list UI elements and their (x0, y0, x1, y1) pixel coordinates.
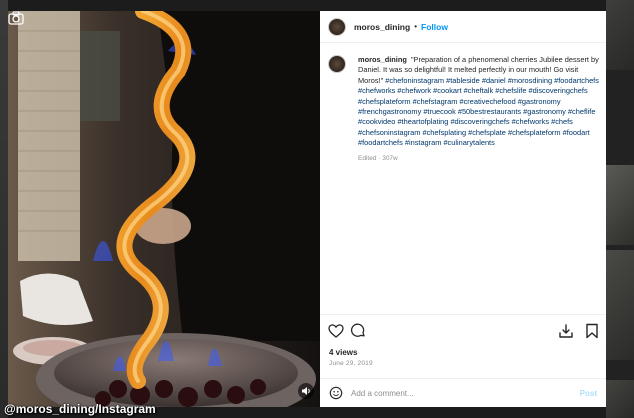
action-bar (328, 323, 600, 341)
caption-text: moros_dining "Preparation of a phenomena… (358, 55, 600, 149)
caption-hashtags[interactable]: #chefoninstagram #tableside #daniel #mor… (358, 76, 599, 147)
avatar[interactable] (328, 17, 346, 36)
comment-icon[interactable] (350, 323, 366, 339)
caption-avatar[interactable] (328, 55, 346, 73)
backdrop-left (0, 0, 8, 418)
view-count[interactable]: 4 views (329, 348, 357, 357)
post-comment-button[interactable]: Post (580, 389, 597, 398)
emoji-icon[interactable] (329, 386, 343, 400)
post-header: moros_dining • Follow (320, 11, 606, 43)
post-panel: moros_dining • Follow moros_dining "Prep… (320, 11, 606, 407)
comment-bar: Post (320, 379, 606, 407)
post-date: June 29, 2019 (329, 360, 373, 367)
edited-label: Edited · 307w (358, 154, 398, 162)
header-separator: • (414, 22, 418, 31)
header-username[interactable]: moros_dining (354, 22, 410, 32)
media-credit: @moros_dining/Instagram (4, 402, 156, 416)
speaker-icon[interactable] (298, 383, 314, 399)
comment-input[interactable] (351, 385, 580, 401)
caption-block: moros_dining "Preparation of a phenomena… (328, 55, 600, 162)
actions-divider (320, 314, 606, 315)
backdrop-right (606, 0, 634, 418)
flambe-video-frame (8, 11, 320, 407)
post-media[interactable] (8, 11, 320, 407)
share-icon[interactable] (558, 323, 574, 339)
camera-icon[interactable] (8, 11, 24, 25)
follow-button[interactable]: Follow (421, 22, 448, 32)
bookmark-icon[interactable] (584, 323, 600, 339)
caption-username[interactable]: moros_dining (358, 55, 407, 64)
heart-icon[interactable] (328, 323, 344, 339)
